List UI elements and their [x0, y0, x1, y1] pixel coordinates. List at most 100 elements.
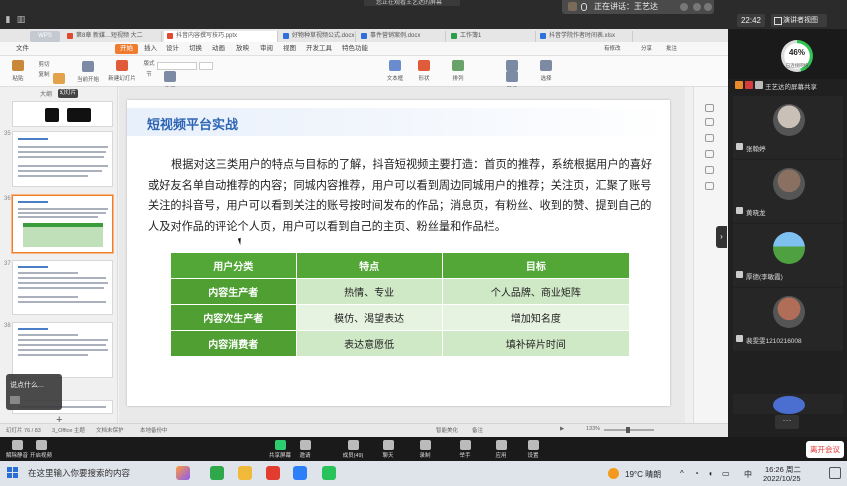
- notification-icon[interactable]: [829, 467, 841, 479]
- slide-number: 37: [4, 261, 11, 267]
- ribbon-tool[interactable]: 文本框: [381, 59, 409, 85]
- play-icon[interactable]: ▶: [560, 426, 564, 432]
- font-size-box[interactable]: [199, 62, 213, 70]
- layout-icon[interactable]: [705, 166, 714, 174]
- browser-icon[interactable]: [210, 466, 224, 480]
- doc-protect-status[interactable]: 文档未保护: [96, 426, 124, 434]
- start-video-button[interactable]: 开启视频: [26, 440, 56, 459]
- menu-modified[interactable]: 有修改: [604, 44, 621, 54]
- ribbon-tool[interactable]: 粘贴: [4, 59, 32, 85]
- menu-review[interactable]: 审阅: [260, 44, 273, 54]
- chat-icon[interactable]: [10, 396, 20, 404]
- slides-tab[interactable]: 幻灯片: [58, 89, 78, 98]
- network-label: 已连接网络: [785, 63, 809, 68]
- outline-tab[interactable]: 大纲: [40, 89, 52, 98]
- menu-home[interactable]: 开始: [115, 44, 138, 54]
- slide-thumb[interactable]: [12, 260, 113, 315]
- clock-date[interactable]: 2022/10/25: [763, 474, 801, 483]
- menu-animation[interactable]: 动画: [212, 44, 225, 54]
- participant-name: 厚德(李敏霞): [736, 271, 783, 281]
- slide-thumb-selected[interactable]: [12, 195, 113, 253]
- menu-share[interactable]: 分享: [641, 44, 652, 54]
- network-icon[interactable]: ◔: [694, 469, 699, 478]
- pause-icon[interactable]: [693, 3, 701, 11]
- document-tab[interactable]: 抖音内容撰写技巧.pptx: [164, 31, 278, 42]
- tray-chevron-icon[interactable]: ^: [680, 469, 684, 478]
- volume-icon[interactable]: ◖: [708, 469, 713, 478]
- ribbon-tool[interactable]: 选择: [532, 59, 560, 85]
- font-family-box[interactable]: [157, 62, 197, 70]
- wps-home-tab[interactable]: WPS: [30, 31, 60, 42]
- meeting-toolbar-button[interactable]: 应用: [486, 440, 516, 459]
- more-participants[interactable]: ···: [775, 415, 799, 429]
- menu-slideshow[interactable]: 放映: [236, 44, 249, 54]
- slide-thumb[interactable]: [12, 131, 113, 187]
- meeting-toolbar-button[interactable]: 邀请: [290, 440, 320, 459]
- participant-tile[interactable]: 厚德(李敏霞): [733, 224, 843, 287]
- wechat-icon[interactable]: [322, 466, 336, 480]
- menu-design[interactable]: 设计: [166, 44, 179, 54]
- windows-start-icon[interactable]: [7, 467, 19, 479]
- animation-icon[interactable]: [705, 150, 714, 158]
- network-value: 46%: [788, 48, 805, 57]
- backup-status[interactable]: 本地备份中: [140, 426, 168, 434]
- meeting-toolbar-button[interactable]: 录制: [410, 440, 440, 459]
- transform-icon[interactable]: [705, 134, 714, 142]
- menu-file[interactable]: 文件: [16, 44, 29, 54]
- slide-thumb[interactable]: [12, 101, 113, 127]
- menu-comment[interactable]: 批注: [666, 44, 677, 54]
- ribbon-tool[interactable]: 形状: [410, 59, 438, 85]
- document-tab[interactable]: 第8章 新媒…短视频 大二: [64, 31, 162, 42]
- ribbon-tool[interactable]: 新建幻灯片: [108, 59, 136, 85]
- wps-icon[interactable]: [266, 466, 280, 480]
- meeting-toolbar-button[interactable]: 成员(49): [338, 440, 368, 459]
- settings-icon[interactable]: [705, 182, 714, 190]
- participant-tile[interactable]: [733, 394, 843, 414]
- table-cell: 表达意愿低: [295, 330, 443, 357]
- slide-paragraph: 根据对这三类用户的特点与目标的了解，抖音短视频主要打造：首页的推荐，系统根据用户…: [148, 158, 653, 233]
- meeting-toolbar-button[interactable]: 聊天: [373, 440, 403, 459]
- tool-label: 当前开始: [76, 77, 99, 83]
- chat-popup[interactable]: 说点什么...: [6, 374, 62, 410]
- select-icon[interactable]: [705, 104, 714, 112]
- notes-button[interactable]: 备注: [472, 426, 483, 434]
- weather-text[interactable]: 19°C 晴朗: [625, 469, 661, 480]
- smart-beautify-button[interactable]: 智能美化: [436, 426, 458, 434]
- speaker-view-button[interactable]: 演讲者视图: [771, 14, 827, 27]
- document-tab[interactable]: 抖音学院作者时间表.xlsx: [537, 31, 633, 42]
- participant-tile[interactable]: 张翰婷: [733, 96, 843, 159]
- screen-share-label: 王艺达的屏幕共享: [735, 81, 817, 91]
- meeting-toolbar-button[interactable]: 设置: [518, 440, 548, 459]
- leave-meeting-button[interactable]: 离开会议: [806, 441, 844, 458]
- sun-icon: [608, 468, 619, 479]
- document-tab[interactable]: 事件营销案例.docx: [358, 31, 446, 42]
- document-tab[interactable]: 好物种草视频公式.docx: [280, 31, 356, 42]
- collapse-sidebar-button[interactable]: ›: [716, 226, 727, 248]
- folder-icon[interactable]: [238, 466, 252, 480]
- menu-features[interactable]: 特色功能: [342, 44, 368, 54]
- menu-insert[interactable]: 插入: [144, 44, 157, 54]
- annotate-icon[interactable]: [680, 3, 688, 11]
- vertical-scrollbar[interactable]: [685, 87, 693, 423]
- meeting-app-icon[interactable]: [293, 466, 307, 480]
- participant-tile[interactable]: 黄晓龙: [733, 160, 843, 223]
- meeting-toolbar-button[interactable]: 举手: [450, 440, 480, 459]
- menu-view[interactable]: 视图: [283, 44, 296, 54]
- taskbar-search[interactable]: 在这里输入你要搜索的内容: [25, 464, 171, 482]
- weather-widget-icon[interactable]: [176, 466, 190, 480]
- document-tab[interactable]: 工作簿1: [448, 31, 536, 42]
- ribbon-tool[interactable]: 排列: [444, 59, 472, 85]
- stats-icon[interactable]: ▥: [16, 14, 26, 24]
- menu-devtools[interactable]: 开发工具: [306, 44, 332, 54]
- table-cell: 个人品牌、商业矩阵: [441, 278, 631, 305]
- shape-icon[interactable]: [705, 118, 714, 126]
- ribbon-tool[interactable]: 当前开始: [74, 60, 102, 86]
- battery-icon[interactable]: ▭: [722, 469, 730, 478]
- slide-thumb[interactable]: [12, 322, 113, 378]
- participant-tile[interactable]: 裴雯雯1210216008: [733, 288, 843, 351]
- menu-transition[interactable]: 切换: [189, 44, 202, 54]
- zoom-slider-knob[interactable]: [626, 427, 630, 433]
- zoom-level[interactable]: 133%: [586, 426, 600, 432]
- back-icon[interactable]: [704, 3, 712, 11]
- ime-indicator[interactable]: 中: [744, 469, 752, 480]
